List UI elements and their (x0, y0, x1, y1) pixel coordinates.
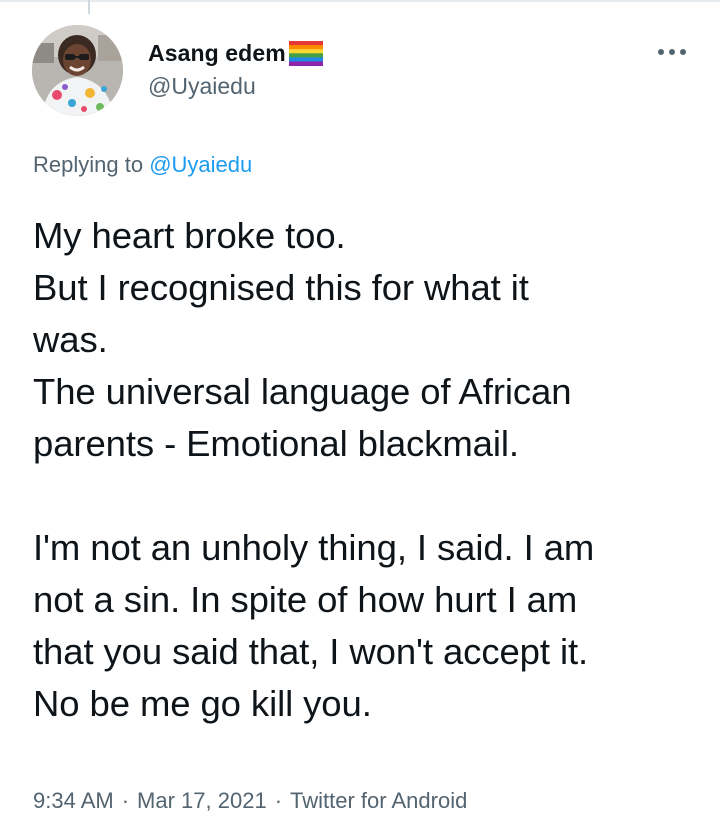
user-handle[interactable]: @Uyaiedu (148, 73, 323, 100)
avatar[interactable] (32, 25, 123, 116)
display-name-row[interactable]: Asang edem (148, 39, 323, 67)
tweet-text-line: was. (33, 319, 108, 360)
user-names: Asang edem @Uyaiedu (148, 39, 323, 100)
tweet-text-line: No be me go kill you. (33, 683, 372, 724)
tweet-header: Asang edem @Uyaiedu (32, 25, 692, 119)
avatar-image (32, 25, 123, 116)
tweet-text-line: I'm not an unholy thing, I said. I am (33, 527, 595, 568)
replying-to-label: Replying to (33, 152, 144, 177)
tweet-text-line: that you said that, I won't accept it. (33, 631, 589, 672)
tweet-text-line: But I recognised this for what it (33, 267, 529, 308)
more-options-button[interactable] (652, 39, 692, 65)
tweet-date[interactable]: Mar 17, 2021 (137, 788, 267, 813)
tweet-time[interactable]: 9:34 AM (33, 788, 114, 813)
reply-mention-link[interactable]: @Uyaiedu (149, 152, 252, 177)
thread-connector-line (88, 0, 90, 14)
tweet-text-line: parents - Emotional blackmail. (33, 423, 519, 464)
tweet-text-line: My heart broke too. (33, 215, 346, 256)
meta-separator: · (274, 788, 283, 813)
display-name[interactable]: Asang edem (148, 40, 286, 67)
tweet-metadata: 9:34 AM · Mar 17, 2021 · Twitter for Android (33, 788, 467, 814)
tweet-text-line: The universal language of African (33, 371, 572, 412)
tweet-source[interactable]: Twitter for Android (290, 788, 467, 813)
meta-separator: · (121, 788, 130, 813)
tweet-text-blank-line (33, 470, 703, 522)
more-options-icon (658, 49, 686, 55)
tweet-text-line: not a sin. In spite of how hurt I am (33, 579, 578, 620)
rainbow-flag-icon (288, 40, 323, 66)
tweet-text: My heart broke too. But I recognised thi… (33, 210, 703, 730)
replying-to: Replying to @Uyaiedu (33, 152, 252, 178)
top-divider (0, 0, 720, 2)
